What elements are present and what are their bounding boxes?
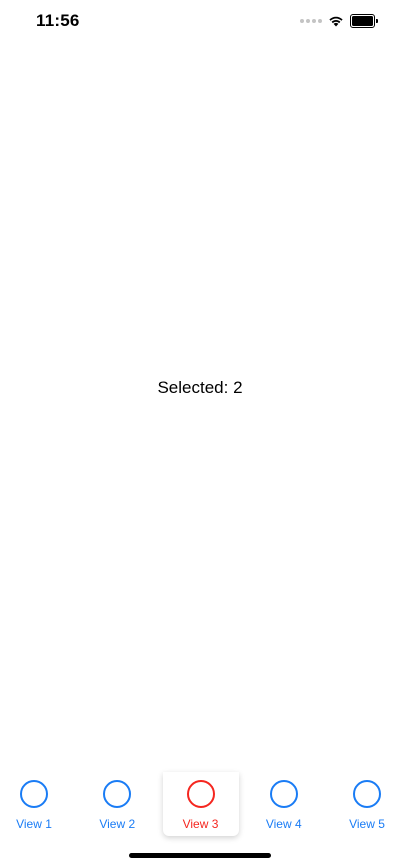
status-time: 11:56 (36, 11, 80, 30)
circle-icon (269, 780, 298, 808)
tab-label: View 1 (16, 817, 52, 831)
tab-label: View 5 (349, 817, 385, 831)
cellular-signal-icon (300, 19, 322, 23)
tab-view-1[interactable]: View 1 (0, 772, 72, 836)
battery-icon (350, 14, 378, 28)
circle-icon (103, 780, 132, 808)
tab-view-3[interactable]: View 3 (162, 772, 239, 836)
tab-bar: View 1 View 2 View 3 View 4 View 5 (0, 772, 400, 836)
tab-label: View 4 (265, 817, 302, 831)
circle-icon (20, 780, 48, 808)
circle-icon (353, 780, 381, 808)
wifi-icon (329, 16, 343, 27)
tab-view-4[interactable]: View 4 (246, 772, 322, 836)
tab-view-5[interactable]: View 5 (329, 772, 400, 836)
status-icons (300, 13, 378, 29)
status-bar: 11:56 (0, 0, 400, 44)
circle-icon (186, 780, 215, 808)
tab-view-2[interactable]: View 2 (79, 772, 155, 836)
home-indicator[interactable] (129, 853, 271, 858)
selected-label: Selected: 2 (157, 378, 243, 397)
tab-label: View 3 (182, 817, 219, 831)
tab-label: View 2 (99, 817, 136, 831)
